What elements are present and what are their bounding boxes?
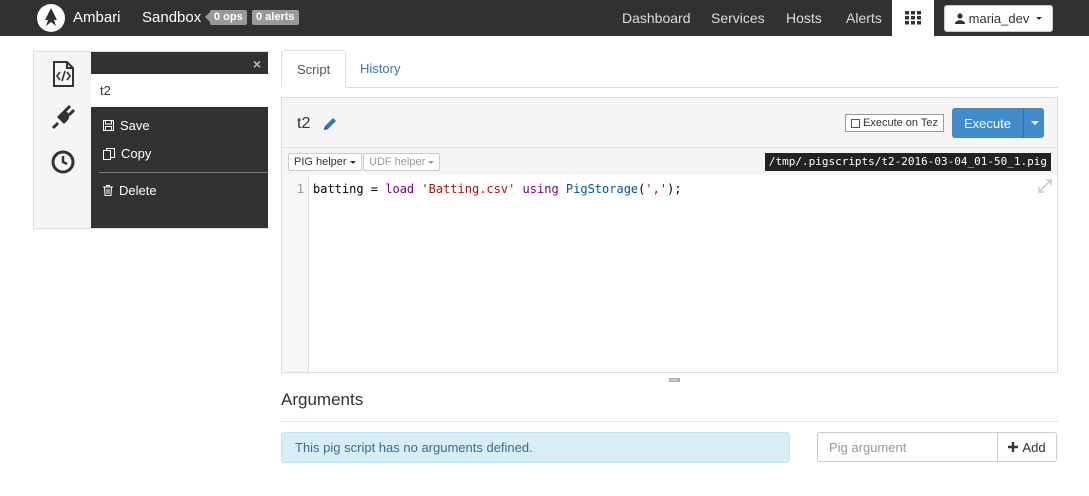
execute-dropdown-toggle[interactable] — [1023, 108, 1044, 138]
add-label: Add — [1022, 439, 1046, 455]
caret-down-icon — [349, 160, 356, 164]
helper-toolbar: PIG helper UDF helper /tmp/.pigscripts/t… — [282, 149, 1057, 174]
code-string-delim: ',' — [645, 182, 668, 196]
arguments-divider — [281, 421, 1058, 422]
alerts-badge[interactable]: 0 alerts — [252, 10, 299, 25]
editor-header: t2 Execute on Tez Execute — [282, 98, 1057, 148]
floppy-icon — [103, 120, 114, 131]
tab-script[interactable]: Script — [281, 50, 347, 88]
script-actions-menu: × Save Copy Delete — [91, 52, 268, 228]
views-menu-button[interactable] — [892, 0, 934, 36]
plus-icon — [1008, 442, 1019, 452]
save-button[interactable]: Save — [103, 118, 150, 133]
user-name: maria_dev — [968, 11, 1030, 26]
nav-alerts[interactable]: Alerts — [846, 10, 882, 26]
delete-label: Delete — [119, 183, 157, 198]
brand-name[interactable]: Ambari — [73, 9, 121, 26]
arguments-heading: Arguments — [281, 390, 364, 409]
trash-icon — [103, 185, 113, 196]
code-keyword-using: using — [522, 182, 559, 196]
copy-icon — [103, 147, 115, 160]
udf-helper-label: UDF helper — [369, 156, 426, 168]
script-path: /tmp/.pigscripts/t2-2016-03-04_01-50_1.p… — [764, 153, 1051, 171]
pencil-icon[interactable] — [322, 116, 338, 132]
tab-history[interactable]: History — [345, 50, 415, 88]
pig-helper-dropdown[interactable]: PIG helper — [288, 153, 362, 171]
ops-badge[interactable]: 0 ops — [205, 10, 247, 25]
caret-down-icon — [428, 160, 435, 164]
nav-services[interactable]: Services — [711, 10, 765, 26]
plug-icon[interactable] — [49, 104, 77, 132]
line-number: 1 — [296, 182, 304, 196]
resize-grip-icon[interactable] — [669, 378, 680, 382]
user-menu-button[interactable]: maria_dev — [944, 5, 1053, 32]
close-icon[interactable]: × — [253, 56, 261, 72]
script-title-input[interactable] — [91, 74, 268, 107]
script-title: t2 — [297, 115, 311, 132]
tez-label: Execute on Tez — [863, 117, 939, 129]
pig-argument-input[interactable] — [817, 432, 998, 462]
caret-down-icon — [1036, 17, 1043, 20]
menu-divider — [99, 172, 268, 173]
script-editor-panel: t2 Execute on Tez Execute PIG helper UDF… — [281, 97, 1058, 373]
cluster-name[interactable]: Sandbox — [142, 9, 201, 26]
editor-tabs: Script History — [281, 50, 1058, 88]
add-argument-button[interactable]: Add — [997, 432, 1057, 462]
code-editor[interactable]: 1 batting = load 'Batting.csv' using Pig… — [282, 175, 1057, 372]
top-navbar: Ambari Sandbox 0 ops 0 alerts Dashboard … — [0, 0, 1089, 36]
code-line[interactable]: batting = load 'Batting.csv' using PigSt… — [313, 182, 682, 196]
code-function: PigStorage — [565, 182, 639, 196]
pig-helper-label: PIG helper — [294, 156, 347, 168]
ambari-logo-icon[interactable] — [36, 3, 66, 33]
nav-hosts[interactable]: Hosts — [786, 10, 822, 26]
code-keyword-load: load — [385, 182, 415, 196]
udf-helper-dropdown[interactable]: UDF helper — [363, 153, 441, 171]
execute-button[interactable]: Execute — [952, 108, 1023, 138]
code-var: batting = — [313, 182, 386, 196]
nav-dashboard[interactable]: Dashboard — [622, 10, 691, 26]
grid-icon — [905, 11, 921, 25]
line-gutter: 1 — [282, 175, 309, 372]
code-close: ); — [667, 182, 682, 196]
history-clock-icon[interactable] — [49, 148, 77, 176]
tez-checkbox-box[interactable] — [851, 118, 860, 128]
fullscreen-icon[interactable] — [1038, 179, 1052, 193]
execute-on-tez-checkbox[interactable]: Execute on Tez — [845, 114, 945, 132]
code-string-file: 'Batting.csv' — [421, 182, 516, 196]
delete-button[interactable]: Delete — [103, 183, 157, 198]
script-side-panel: × Save Copy Delete — [33, 51, 268, 229]
no-arguments-alert: This pig script has no arguments defined… — [281, 432, 790, 463]
user-icon — [954, 13, 965, 24]
script-file-icon[interactable] — [49, 60, 77, 88]
copy-label: Copy — [121, 146, 152, 161]
copy-button[interactable]: Copy — [103, 146, 151, 161]
side-icon-column — [34, 52, 91, 228]
save-label: Save — [120, 118, 150, 133]
